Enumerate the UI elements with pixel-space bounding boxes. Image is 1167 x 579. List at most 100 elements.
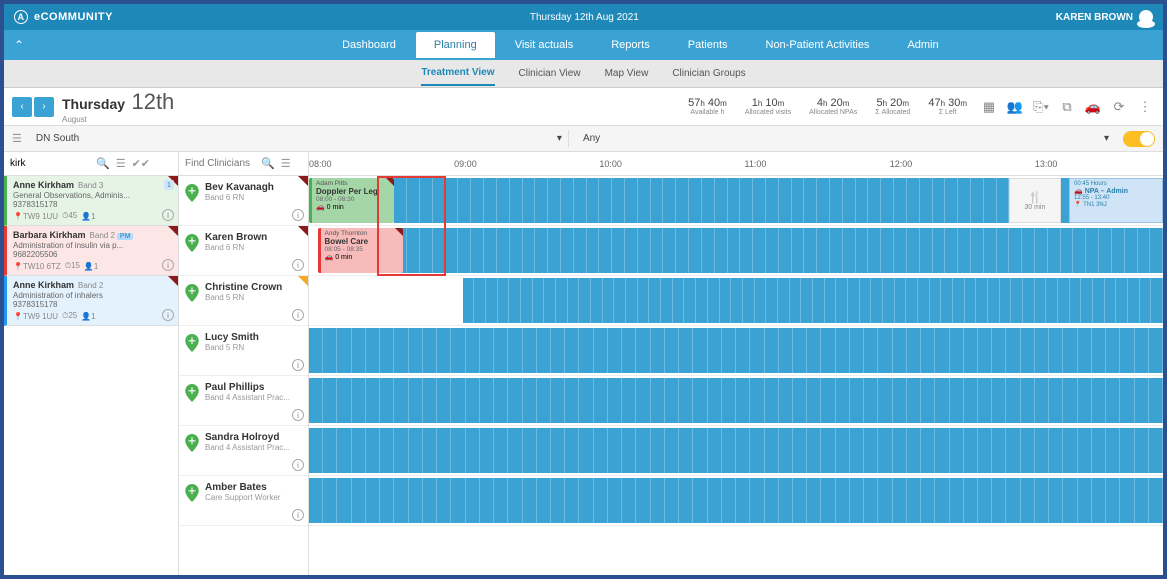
nav-tab-planning[interactable]: Planning	[416, 32, 495, 58]
search-bar: 🔍 ☰ ✔✔ 🔍 ☰ 08:0009:0010:0011:0012:0013:0…	[4, 152, 1163, 176]
grid-icon[interactable]: ▦	[979, 97, 999, 117]
more-icon[interactable]: ⋮	[1135, 97, 1155, 117]
brand-icon: A	[14, 10, 28, 24]
chevron-down-icon: ▾	[1104, 133, 1109, 144]
nav-tab-admin[interactable]: Admin	[889, 32, 956, 58]
refresh-icon[interactable]: ⟳	[1109, 97, 1129, 117]
schedule-row[interactable]	[309, 326, 1163, 376]
export-icon[interactable]: ⎘▾	[1031, 97, 1051, 117]
info-icon[interactable]: i	[292, 459, 304, 471]
subnav: Treatment View Clinician View Map View Clin…	[4, 60, 1163, 88]
filter-bar: ☰ DN South▾ Any ▾	[4, 126, 1163, 152]
user-name: KAREN BROWN	[1056, 12, 1133, 23]
subnav-treatment-view[interactable]: Treatment View	[421, 61, 494, 86]
pin-icon	[185, 284, 199, 302]
clinician-search-input[interactable]	[185, 158, 255, 169]
nav-tab-visit-actuals[interactable]: Visit actuals	[497, 32, 592, 58]
date-num: 12th	[131, 89, 174, 114]
hide-icon[interactable]: ⧉	[1057, 97, 1077, 117]
pin-icon	[185, 384, 199, 402]
visit-card[interactable]: Adam PittsDoppler Per Leg08:00 - 08:30🚗 …	[309, 178, 394, 223]
user-menu[interactable]: KAREN BROWN	[1056, 10, 1153, 24]
info-icon[interactable]: i	[292, 409, 304, 421]
npa-block[interactable]: 00:45 Hours🚗 NPA – Admin12:55 - 13:40📍 T…	[1069, 178, 1163, 223]
info-icon[interactable]: i	[292, 309, 304, 321]
clinician-card[interactable]: Amber BatesCare Support Workeri	[179, 476, 308, 526]
schedule-row[interactable]: Andy ThorntonBowel Care08:05 - 08:35🚗 0 …	[309, 226, 1163, 276]
info-icon[interactable]: i	[162, 259, 174, 271]
pin-icon	[185, 434, 199, 452]
date-month: August	[62, 115, 174, 124]
user-icon	[1139, 10, 1153, 24]
pin-icon	[185, 334, 199, 352]
collapse-icon[interactable]: ⌃	[14, 38, 24, 52]
date-display[interactable]: Thursday 12th August	[62, 89, 174, 124]
info-icon[interactable]: i	[292, 509, 304, 521]
car-icon[interactable]: 🚗	[1083, 97, 1103, 117]
info-icon[interactable]: i	[162, 309, 174, 321]
nav-tab-dashboard[interactable]: Dashboard	[324, 32, 414, 58]
chevron-down-icon: ▾	[557, 133, 562, 144]
header-date: Thursday 12th Aug 2021	[113, 12, 1056, 23]
topbar: A eCOMMUNITY Thursday 12th Aug 2021 KARE…	[4, 4, 1163, 30]
sort-icon[interactable]: ☰	[116, 157, 126, 170]
search-icon[interactable]: 🔍	[261, 157, 275, 170]
filter-icon[interactable]: ☰	[12, 132, 22, 145]
clinician-card[interactable]: Lucy SmithBand 5 RNi	[179, 326, 308, 376]
schedule-grid[interactable]: Adam PittsDoppler Per Leg08:00 - 08:30🚗 …	[309, 176, 1163, 575]
schedule-row[interactable]	[309, 476, 1163, 526]
navbar: ⌃ DashboardPlanningVisit actualsReportsP…	[4, 30, 1163, 60]
patient-card[interactable]: Anne KirkhamBand 2Administration of inha…	[4, 276, 178, 326]
patient-search-input[interactable]	[10, 158, 90, 169]
brand: A eCOMMUNITY	[14, 10, 113, 24]
brand-text: eCOMMUNITY	[34, 11, 113, 23]
subnav-clinician-view[interactable]: Clinician View	[519, 62, 581, 85]
nav-tab-patients[interactable]: Patients	[670, 32, 746, 58]
sort-icon[interactable]: ☰	[281, 157, 291, 170]
pin-icon	[185, 184, 199, 202]
nav-tab-non-patient-activities[interactable]: Non-Patient Activities	[748, 32, 888, 58]
subnav-map-view[interactable]: Map View	[605, 62, 649, 85]
patient-list: 1Anne KirkhamBand 3General Observations,…	[4, 176, 179, 575]
date-toolbar: ‹ › Thursday 12th August 57h 40mAvailabl…	[4, 88, 1163, 126]
subnav-clinician-groups[interactable]: Clinician Groups	[672, 62, 745, 85]
people-icon[interactable]: 👥	[1005, 97, 1025, 117]
nav-tab-reports[interactable]: Reports	[593, 32, 668, 58]
schedule-row[interactable]: Adam PittsDoppler Per Leg08:00 - 08:30🚗 …	[309, 176, 1163, 226]
clinician-card[interactable]: Sandra HolroydBand 4 Assistant Prac...i	[179, 426, 308, 476]
schedule-row[interactable]	[309, 276, 1163, 326]
stat: 5h 20mΣ Allocated	[875, 97, 910, 116]
info-icon[interactable]: i	[292, 209, 304, 221]
stat: 57h 40mAvailable h	[688, 97, 727, 116]
break-block[interactable]: 🍴30 min	[1009, 178, 1060, 223]
clinician-card[interactable]: Karen BrownBand 6 RNi	[179, 226, 308, 276]
timeline-header: 08:0009:0010:0011:0012:0013:00	[309, 152, 1163, 175]
schedule-row[interactable]	[309, 426, 1163, 476]
clinician-list: Bev KavanaghBand 6 RNiKaren BrownBand 6 …	[179, 176, 309, 575]
visit-card[interactable]: Andy ThorntonBowel Care08:05 - 08:35🚗 0 …	[318, 228, 403, 273]
team-select[interactable]: DN South▾	[30, 130, 569, 147]
schedule-row[interactable]	[309, 376, 1163, 426]
stat: 47h 30mΣ Left	[928, 97, 967, 116]
patient-card[interactable]: Barbara KirkhamBand 2PMAdministration of…	[4, 226, 178, 276]
hour-label: 10:00	[599, 159, 622, 169]
clinician-card[interactable]: Christine CrownBand 5 RNi	[179, 276, 308, 326]
pin-icon	[185, 484, 199, 502]
hour-label: 13:00	[1035, 159, 1058, 169]
any-select[interactable]: Any ▾	[577, 130, 1115, 147]
prev-day-button[interactable]: ‹	[12, 97, 32, 117]
next-day-button[interactable]: ›	[34, 97, 54, 117]
hour-label: 09:00	[454, 159, 477, 169]
date-day: Thursday	[62, 96, 125, 112]
info-icon[interactable]: i	[292, 359, 304, 371]
check-icon[interactable]: ✔✔	[132, 157, 150, 170]
search-icon[interactable]: 🔍	[96, 157, 110, 170]
toggle-switch[interactable]	[1123, 131, 1155, 147]
any-value: Any	[583, 133, 600, 144]
clinician-card[interactable]: Bev KavanaghBand 6 RNi	[179, 176, 308, 226]
stat: 4h 20mAllocated NPAs	[809, 97, 857, 116]
clinician-card[interactable]: Paul PhillipsBand 4 Assistant Prac...i	[179, 376, 308, 426]
patient-card[interactable]: 1Anne KirkhamBand 3General Observations,…	[4, 176, 178, 226]
info-icon[interactable]: i	[292, 259, 304, 271]
info-icon[interactable]: i	[162, 209, 174, 221]
